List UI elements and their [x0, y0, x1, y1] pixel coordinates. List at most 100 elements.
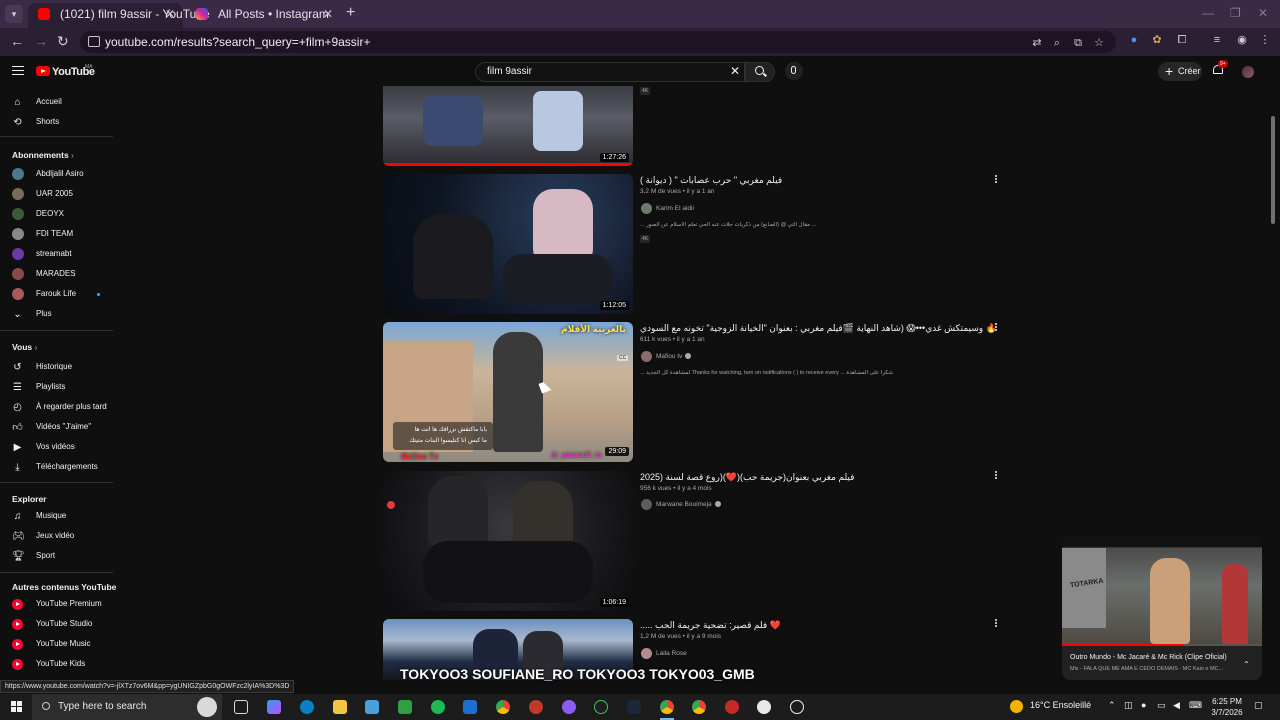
- sidebar-item-liked-videos[interactable]: 👍︎ Vidéos "J'aime": [0, 417, 113, 437]
- app-icon[interactable]: [594, 700, 608, 714]
- weather-text[interactable]: 16°C Ensoleillé: [1030, 700, 1091, 710]
- sidebar-item-music[interactable]: ♫ Musique: [0, 506, 113, 526]
- sidebar-item-subscription[interactable]: FDI TEAM: [0, 224, 113, 244]
- app-icon[interactable]: [365, 700, 379, 714]
- maximize-icon[interactable]: ❐: [1230, 6, 1241, 20]
- extension-icon[interactable]: ✿: [1150, 33, 1164, 47]
- steam-icon[interactable]: [627, 700, 641, 714]
- tab-youtube[interactable]: (1021) film 9assir - YouTube ✕: [28, 3, 210, 28]
- extension-icon[interactable]: ●: [1127, 33, 1141, 47]
- channel-avatar[interactable]: [641, 351, 652, 362]
- sidebar-item-youtube-music[interactable]: YouTube Music: [0, 634, 113, 654]
- bookmark-star-icon[interactable]: ☆: [1092, 36, 1106, 50]
- new-tab-button[interactable]: +: [346, 4, 355, 22]
- network-icon[interactable]: ◫: [1124, 700, 1133, 711]
- hamburger-menu-icon[interactable]: [12, 66, 24, 75]
- youtube-logo-icon[interactable]: [36, 66, 50, 76]
- sidebar-item-youtube-studio[interactable]: YouTube Studio: [0, 614, 113, 634]
- more-options-icon[interactable]: [994, 618, 998, 628]
- install-app-icon[interactable]: ⧉: [1071, 36, 1085, 50]
- close-icon[interactable]: ✕: [165, 3, 175, 25]
- url-bar[interactable]: youtube.com/results?search_query=+film+9…: [80, 31, 1116, 53]
- mini-player-video[interactable]: TOTARKA: [1062, 536, 1262, 644]
- sidebar-item-accueil[interactable]: ⌂ Accueil: [0, 92, 113, 112]
- battery-icon[interactable]: ▭: [1157, 700, 1166, 711]
- sidebar-item-subscription[interactable]: UAR 2005: [0, 184, 113, 204]
- translate-icon[interactable]: ⇄: [1030, 36, 1044, 50]
- sidebar-item-youtube-kids[interactable]: YouTube Kids: [0, 654, 113, 674]
- app-icon[interactable]: [529, 700, 543, 714]
- taskbar-clock[interactable]: 6:25 PM 3/7/2026: [1208, 696, 1246, 718]
- sidebar-item-sport[interactable]: 🏆︎ Sport: [0, 546, 113, 566]
- mini-player[interactable]: TOTARKA Outro Mundo - Mc Jacaré & Mc Ric…: [1062, 536, 1262, 680]
- chevron-up-icon[interactable]: ⌃: [1243, 660, 1250, 669]
- sidebar-item-your-videos[interactable]: ▶ Vos vidéos: [0, 437, 113, 457]
- channel-name[interactable]: Mafiou tv: [656, 353, 692, 360]
- tab-instagram[interactable]: All Posts • Instagram ✕: [186, 3, 341, 28]
- sidebar-item-playlists[interactable]: ☰ Playlists: [0, 377, 113, 397]
- search-input[interactable]: film 9assir: [475, 62, 745, 82]
- reload-icon[interactable]: ↻: [57, 33, 69, 50]
- close-icon[interactable]: ✕: [323, 3, 333, 25]
- channel-name[interactable]: Marwane Bouimeja: [656, 501, 721, 508]
- chevron-up-icon[interactable]: ⌃: [1108, 700, 1116, 711]
- scrollbar-thumb[interactable]: [1271, 116, 1275, 224]
- extensions-puzzle-icon[interactable]: ⧠: [1175, 33, 1189, 47]
- edge-icon[interactable]: [300, 700, 314, 714]
- clear-search-icon[interactable]: ✕: [730, 64, 740, 78]
- back-arrow-icon[interactable]: ←: [10, 33, 24, 49]
- sidebar-item-more[interactable]: ⌄ Plus: [0, 304, 113, 324]
- sidebar-item-shorts[interactable]: ⟲ Shorts: [0, 112, 113, 132]
- sidebar-item-youtube-premium[interactable]: YouTube Premium: [0, 594, 113, 614]
- video-thumbnail[interactable]: بالعربية الأفلام CC بابا ماكنقش نزرافك ه…: [383, 322, 633, 462]
- mini-player-title[interactable]: Outro Mundo - Mc Jacaré & Mc Rick (Clipe…: [1070, 654, 1227, 661]
- subscriptions-heading[interactable]: Abonnements ›: [12, 150, 74, 160]
- site-info-icon[interactable]: [88, 36, 100, 47]
- file-explorer-icon[interactable]: [333, 700, 347, 714]
- channel-name[interactable]: Karim El aidii: [656, 205, 694, 212]
- app-icon[interactable]: [790, 700, 804, 714]
- tab-search-button[interactable]: ▾: [5, 5, 23, 23]
- video-thumbnail[interactable]: 1:27:26: [383, 86, 633, 166]
- chrome-icon[interactable]: [660, 700, 674, 714]
- microphone-icon[interactable]: ●: [1141, 700, 1146, 710]
- search-button[interactable]: [745, 62, 775, 82]
- taskbar-search-box[interactable]: Type here to search: [32, 694, 222, 720]
- close-window-icon[interactable]: ✕: [1258, 6, 1268, 20]
- more-options-icon[interactable]: [994, 322, 998, 332]
- mini-player-progress[interactable]: [1062, 644, 1262, 646]
- media-controls-icon[interactable]: ≡: [1210, 33, 1224, 47]
- voice-search-button[interactable]: [785, 62, 803, 80]
- video-title[interactable]: فيلم مغربي " حرب عصابات " ( ديوانة ): [640, 175, 782, 186]
- volume-icon[interactable]: ◀: [1173, 700, 1180, 711]
- spotify-icon[interactable]: [431, 700, 445, 714]
- app-icon[interactable]: [725, 700, 739, 714]
- copilot-icon[interactable]: [267, 700, 281, 714]
- sidebar-item-subscription[interactable]: DEOYX: [0, 204, 113, 224]
- sidebar-item-subscription[interactable]: MARADES: [0, 264, 113, 284]
- browser-menu-icon[interactable]: ⋮: [1258, 33, 1272, 47]
- sidebar-item-downloads[interactable]: ⤓ Téléchargements: [0, 457, 113, 477]
- app-icon[interactable]: [562, 700, 576, 714]
- channel-avatar[interactable]: [641, 203, 652, 214]
- outlook-icon[interactable]: [463, 700, 477, 714]
- notification-center-icon[interactable]: ▢: [1254, 700, 1263, 711]
- video-thumbnail[interactable]: 1:06:19: [383, 471, 633, 611]
- windows-start-icon[interactable]: [11, 701, 22, 712]
- sidebar-item-subscription[interactable]: Farouk Life: [0, 284, 113, 304]
- sidebar-item-subscription[interactable]: streamabt: [0, 244, 113, 264]
- store-icon[interactable]: [398, 700, 412, 714]
- more-options-icon[interactable]: [994, 174, 998, 184]
- forward-arrow-icon[interactable]: →: [34, 33, 48, 49]
- video-title[interactable]: ❤️ فلم قصير: تضحية جريمة الحب .....: [640, 620, 781, 631]
- chrome-icon[interactable]: [692, 700, 706, 714]
- chrome-icon[interactable]: [496, 700, 510, 714]
- profile-avatar-icon[interactable]: ◉: [1235, 33, 1249, 47]
- channel-name[interactable]: Laila Rose: [656, 650, 687, 657]
- sidebar-item-gaming[interactable]: 🎮︎ Jeux vidéo: [0, 526, 113, 546]
- account-avatar[interactable]: [1242, 66, 1254, 78]
- create-button[interactable]: + Créer: [1158, 62, 1202, 81]
- app-icon[interactable]: [757, 700, 771, 714]
- video-title[interactable]: فيلم مغربي بعنوان(جريمة حب)(❤️)(روع قصة …: [640, 472, 854, 483]
- more-options-icon[interactable]: [994, 470, 998, 480]
